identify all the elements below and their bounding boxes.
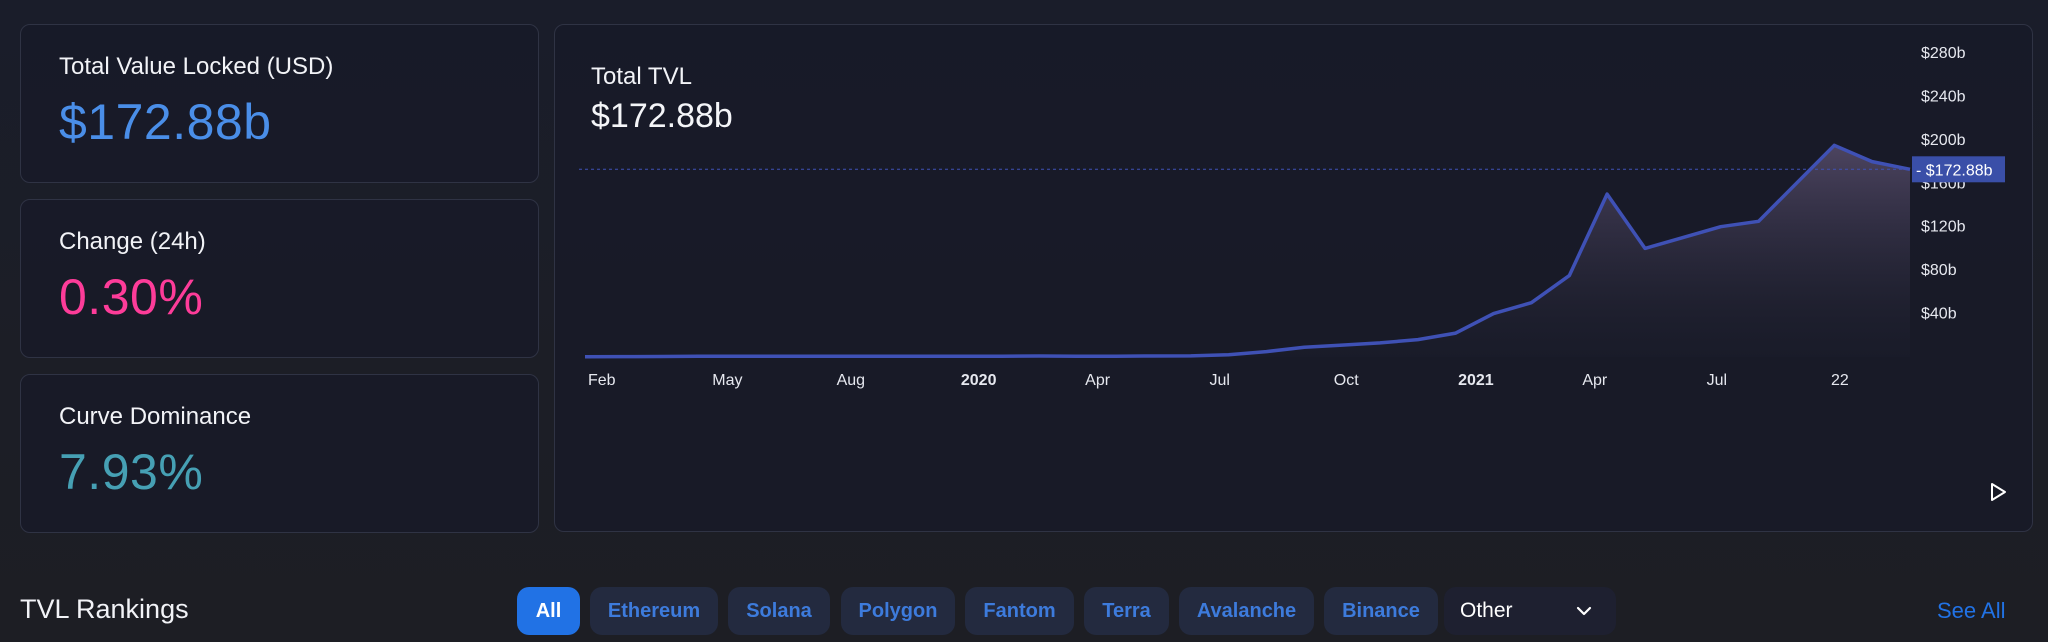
x-tick-label: 2021 [1458,372,1494,389]
x-tick-label: Apr [1582,372,1608,389]
tvl-label: Total Value Locked (USD) [59,53,334,80]
y-tick-label: $40b [1921,306,1957,323]
other-chains-label: Other [1460,599,1513,622]
chain-filter-ethereum[interactable]: Ethereum [590,587,718,635]
other-chains-select[interactable]: Other [1444,587,1616,635]
chain-filter-fantom[interactable]: Fantom [965,587,1074,635]
change-value: 0.30% [59,269,204,325]
tvl-value: $172.88b [59,94,272,150]
x-tick-label: Apr [1085,372,1111,389]
tvl-chart[interactable]: $40b$80b$120b$160b$200b$240b$280b Feb May… [555,25,2034,533]
change-label: Change (24h) [59,228,206,255]
chain-filter-terra[interactable]: Terra [1084,587,1169,635]
dominance-value: 7.93% [59,444,204,500]
change-card: Change (24h) 0.30% [20,199,539,358]
x-tick-label: May [712,372,742,389]
dominance-label: Curve Dominance [59,403,252,430]
chart-value: $172.88b [591,97,733,135]
dominance-card: Curve Dominance 7.93% [20,374,539,533]
chain-filter-avalanche[interactable]: Avalanche [1179,587,1314,635]
chain-filter-all[interactable]: All [517,587,580,635]
y-tick-label: $240b [1921,88,1966,105]
x-tick-label: Jul [1707,372,1727,389]
chain-filter-binance[interactable]: Binance [1324,587,1438,635]
chart-title: Total TVL [591,63,692,90]
chevron-down-icon [1576,606,1592,616]
x-tick-label: Feb [588,372,616,389]
y-tick-label: $80b [1921,262,1957,279]
y-tick-label: $120b [1921,219,1966,236]
x-tick-label: Jul [1209,372,1229,389]
see-all-link[interactable]: See All [1937,598,2006,624]
y-tick-label: $280b [1921,45,1966,62]
chain-filter-polygon[interactable]: Polygon [841,587,955,635]
play-button[interactable] [1983,477,2013,507]
x-tick-label: 22 [1831,372,1849,389]
chain-filter-solana[interactable]: Solana [728,587,830,635]
x-tick-label: Oct [1334,372,1359,389]
current-value-label: - $172.88b [1916,162,1993,179]
tvl-area [585,145,1910,357]
rankings-title: TVL Rankings [20,594,189,624]
tvl-chart-card: $40b $80b $120b $160b $200b $240b $280b Feb May… [554,24,2033,532]
tvl-card: Total Value Locked (USD) $172.88b [20,24,539,183]
y-tick-label: $200b [1921,132,1966,149]
x-tick-label: 2020 [961,372,997,389]
x-tick-label: Aug [837,372,865,389]
play-icon [1991,483,2006,501]
